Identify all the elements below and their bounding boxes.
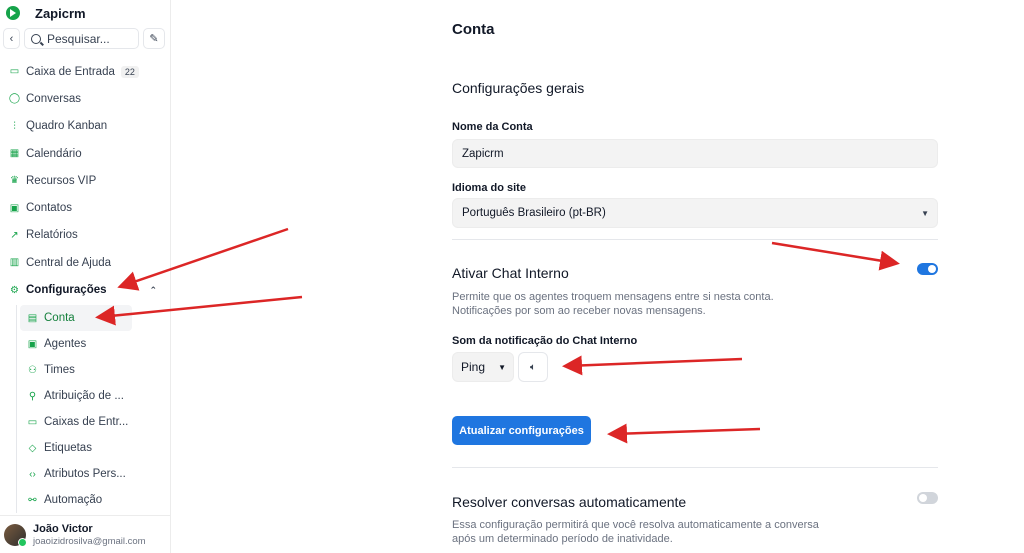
sidebar-subitem-label: Caixas de Entr... xyxy=(44,416,129,428)
agent-card-icon: ▣ xyxy=(27,338,38,350)
sidebar-item-vip[interactable]: ♛ Recursos VIP xyxy=(0,167,171,194)
divider xyxy=(452,239,938,240)
brand-logo-icon xyxy=(6,6,20,20)
sidebar-toolbar: ‹ Pesquisar... ✎ xyxy=(3,28,165,49)
sidebar-item-label: Configurações xyxy=(26,284,107,297)
internal-chat-title: Ativar Chat Interno xyxy=(452,265,569,281)
calendar-icon: ▦ xyxy=(9,148,20,160)
user-email: joaoizidrosilva@gmail.com xyxy=(33,535,146,547)
play-sound-button[interactable]: 🔈︎ xyxy=(518,352,548,382)
briefcase-icon: ▤ xyxy=(27,312,38,324)
auto-resolve-toggle[interactable] xyxy=(917,492,938,504)
chat-bubble-icon: ◯ xyxy=(8,93,21,105)
update-settings-button[interactable]: Atualizar configurações xyxy=(452,416,591,445)
toggle-knob xyxy=(919,494,927,502)
search-input[interactable]: Pesquisar... xyxy=(24,28,139,49)
notification-sound-label: Som da notificação do Chat Interno xyxy=(452,335,638,347)
sidebar-item-kanban[interactable]: ⫶ Quadro Kanban xyxy=(0,113,171,140)
sidebar-subitem-teams[interactable]: ⚇ Times xyxy=(17,357,171,383)
search-placeholder: Pesquisar... xyxy=(47,31,110,46)
auto-resolve-description-1: Essa configuração permitirá que você res… xyxy=(452,519,819,531)
sidebar-subitem-label: Atribuição de ... xyxy=(44,390,124,402)
auto-resolve-description-2: após um determinado período de inativida… xyxy=(452,533,673,545)
crown-icon: ♛ xyxy=(10,175,19,187)
inbox-icon: ▭ xyxy=(27,416,38,428)
chevron-left-icon: ‹ xyxy=(9,32,14,45)
sidebar-subitem-label: Agentes xyxy=(44,338,87,350)
sidebar: Zapicrm ‹ Pesquisar... ✎ ▭ Caixa de Entr… xyxy=(0,0,171,553)
account-settings: Conta Configurações gerais Nome da Conta… xyxy=(452,0,938,553)
sidebar-subitem-label: Etiquetas xyxy=(44,442,92,454)
divider xyxy=(452,467,938,468)
sidebar-item-settings[interactable]: ⚙ Configurações ⌃ xyxy=(0,276,171,303)
sidebar-subitem-inboxes[interactable]: ▭ Caixas de Entr... xyxy=(17,409,171,435)
sidebar-item-label: Relatórios xyxy=(26,229,78,242)
user-profile[interactable]: João Victor joaoizidrosilva@gmail.com xyxy=(0,515,171,553)
search-icon xyxy=(31,33,41,44)
dropdown-arrow-icon: ▼ xyxy=(498,362,506,372)
sidebar-subitem-label: Times xyxy=(44,364,75,376)
sidebar-item-label: Calendário xyxy=(26,147,82,160)
sidebar-subitem-agents[interactable]: ▣ Agentes xyxy=(17,331,171,357)
notification-sound-value: Ping xyxy=(461,360,486,374)
toggle-knob xyxy=(928,265,936,273)
sidebar-subitem-custom-attributes[interactable]: ‹› Atributos Pers... xyxy=(17,461,171,487)
account-name-label: Nome da Conta xyxy=(452,121,533,133)
dropdown-arrow-icon: ▼ xyxy=(921,208,929,218)
book-icon: ▥ xyxy=(9,257,20,269)
general-settings-title: Configurações gerais xyxy=(452,80,585,96)
sidebar-subitem-labels[interactable]: ◇ Etiquetas xyxy=(17,435,171,461)
brand[interactable]: Zapicrm xyxy=(6,5,86,21)
auto-resolve-title: Resolver conversas automaticamente xyxy=(452,494,687,510)
gear-icon: ⚙ xyxy=(10,284,19,296)
compose-button[interactable]: ✎ xyxy=(143,28,165,49)
sidebar-item-calendar[interactable]: ▦ Calendário xyxy=(0,140,171,167)
inbox-count-badge: 22 xyxy=(120,65,139,78)
internal-chat-description-1: Permite que os agentes troquem mensagens… xyxy=(452,291,774,303)
sidebar-subitem-account[interactable]: ▤ Conta xyxy=(20,305,132,331)
internal-chat-toggle[interactable] xyxy=(917,263,938,275)
brand-name: Zapicrm xyxy=(35,5,86,21)
notification-sound-select[interactable]: Ping ▼ xyxy=(452,352,514,382)
sidebar-item-label: Caixa de Entrada xyxy=(26,65,115,78)
page-title: Conta xyxy=(452,21,495,38)
sidebar-item-label: Central de Ajuda xyxy=(26,256,112,269)
site-language-select[interactable]: Português Brasileiro (pt-BR) ▼ xyxy=(452,198,938,228)
sidebar-item-reports[interactable]: ↗ Relatórios xyxy=(0,222,171,249)
sidebar-item-inbox[interactable]: ▭ Caixa de Entrada 22 xyxy=(0,58,171,85)
team-icon: ⚇ xyxy=(28,364,37,376)
inbox-icon: ▭ xyxy=(9,66,20,78)
kanban-icon: ⫶ xyxy=(13,120,16,132)
avatar xyxy=(4,523,27,547)
speaker-icon: 🔈︎ xyxy=(530,361,536,373)
code-brackets-icon: ‹› xyxy=(29,468,36,480)
site-language-value: Português Brasileiro (pt-BR) xyxy=(462,207,606,219)
sidebar-item-label: Conversas xyxy=(26,92,81,105)
sidebar-nav: ▭ Caixa de Entrada 22 ◯ Conversas ⫶ Quad… xyxy=(0,58,171,304)
user-assign-icon: ⚲ xyxy=(28,390,37,402)
internal-chat-description-2: Notificações por som ao receber novas me… xyxy=(452,305,706,317)
sidebar-item-contacts[interactable]: ▣ Contatos xyxy=(0,194,171,221)
settings-subnav: ▤ Conta ▣ Agentes ⚇ Times ⚲ Atribuição d… xyxy=(16,305,171,513)
sidebar-subitem-assignment[interactable]: ⚲ Atribuição de ... xyxy=(17,383,171,409)
sidebar-item-label: Recursos VIP xyxy=(26,174,97,187)
chart-line-icon: ↗ xyxy=(10,229,19,241)
site-language-label: Idioma do site xyxy=(452,182,526,194)
sidebar-subitem-label: Conta xyxy=(44,312,75,324)
sidebar-item-help[interactable]: ▥ Central de Ajuda xyxy=(0,249,171,276)
chevron-up-icon: ⌃ xyxy=(149,284,157,295)
sidebar-item-label: Quadro Kanban xyxy=(26,120,108,133)
tag-icon: ◇ xyxy=(28,442,37,454)
sidebar-subitem-label: Automação xyxy=(44,494,103,506)
sidebar-subitem-label: Atributos Pers... xyxy=(44,468,126,480)
contact-card-icon: ▣ xyxy=(9,202,20,214)
collapse-sidebar-button[interactable]: ‹ xyxy=(3,28,20,49)
automation-icon: ⚯ xyxy=(28,494,37,506)
pencil-icon: ✎ xyxy=(149,33,159,45)
sidebar-subitem-automation[interactable]: ⚯ Automação xyxy=(17,487,171,513)
sidebar-item-conversations[interactable]: ◯ Conversas xyxy=(0,85,171,112)
account-name-field[interactable]: Zapicrm xyxy=(452,139,938,168)
user-name: João Victor xyxy=(33,522,93,535)
sidebar-item-label: Contatos xyxy=(26,202,73,215)
